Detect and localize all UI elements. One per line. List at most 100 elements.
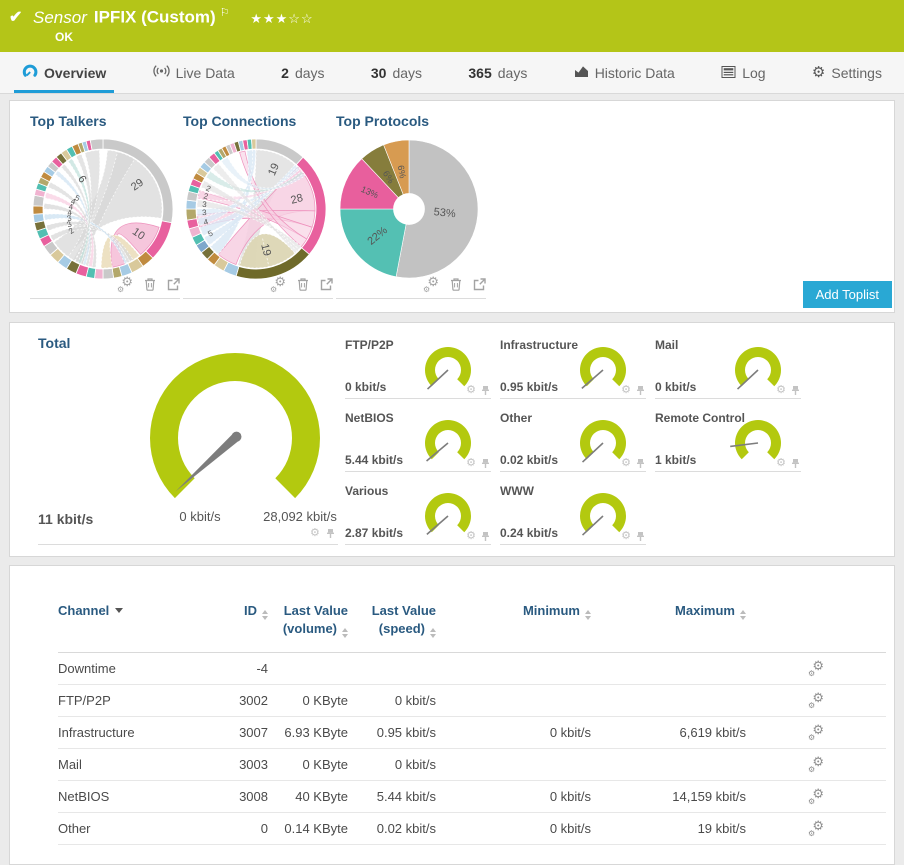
open-icon[interactable] bbox=[167, 277, 180, 291]
cell-max: 19 kbit/s bbox=[697, 820, 746, 836]
gauge-cell-various: Various 2.87 kbit/s ⚙ bbox=[345, 484, 491, 545]
toplist-title: Top Connections bbox=[183, 113, 297, 129]
channel-settings-button[interactable]: ⚙ ⚙ bbox=[808, 658, 824, 678]
sort-icon bbox=[430, 627, 436, 638]
gauge-settings-icon[interactable]: ⚙ bbox=[466, 531, 476, 542]
cell-vol bbox=[268, 653, 348, 684]
open-icon[interactable] bbox=[320, 277, 333, 291]
flag-icon[interactable]: ⚐ bbox=[220, 7, 230, 19]
pin-icon[interactable] bbox=[635, 531, 646, 542]
pin-icon[interactable] bbox=[480, 458, 491, 469]
options-gear-icon[interactable]: ⚙ ⚙ bbox=[117, 274, 133, 294]
gauge-settings-icon[interactable]: ⚙ bbox=[776, 458, 786, 469]
tab-365-days[interactable]: 365 days bbox=[458, 52, 537, 93]
tab-log[interactable]: Log bbox=[711, 52, 775, 93]
tab-live-data[interactable]: Live Data bbox=[143, 52, 245, 93]
tab-number: 2 bbox=[281, 64, 289, 81]
svg-text:53%: 53% bbox=[433, 206, 456, 220]
gauge-settings-icon[interactable]: ⚙ bbox=[621, 385, 631, 396]
gauge-actions: ⚙ bbox=[466, 385, 491, 396]
tab-historic-data[interactable]: Historic Data bbox=[564, 52, 685, 93]
channel-settings-button[interactable]: ⚙ ⚙ bbox=[808, 754, 824, 774]
gauge-channel-label: FTP/P2P bbox=[345, 338, 394, 352]
add-toplist-button[interactable]: Add Toplist bbox=[802, 281, 892, 308]
tab-label: Log bbox=[742, 64, 766, 81]
settings-icon: ⚙ bbox=[811, 64, 826, 81]
channel-settings-button[interactable]: ⚙ ⚙ bbox=[808, 818, 824, 838]
cell-max: 6,619 kbit/s bbox=[679, 724, 747, 740]
table-header-row: Channel ID Last Value (volume) Last Value (… bbox=[58, 602, 886, 653]
top-connections-chart[interactable]: 192819223345 bbox=[186, 139, 326, 279]
delete-icon[interactable] bbox=[144, 277, 156, 291]
toplist-actions: ⚙ ⚙ bbox=[336, 273, 486, 299]
pin-icon[interactable] bbox=[480, 531, 491, 542]
cell-vol: 40 KByte bbox=[295, 788, 348, 804]
priority-stars[interactable]: ★★★☆☆ bbox=[250, 11, 313, 26]
column-header-minimum[interactable]: Minimum bbox=[436, 602, 591, 620]
pin-icon[interactable] bbox=[480, 385, 491, 396]
tab-30-days[interactable]: 30 days bbox=[361, 52, 432, 93]
cell-channel: Other bbox=[58, 820, 91, 836]
gauge-actions: ⚙ bbox=[466, 531, 491, 542]
delete-icon[interactable] bbox=[297, 277, 309, 291]
gauge-settings-icon[interactable]: ⚙ bbox=[621, 531, 631, 542]
gauge-cell-infrastructure: Infrastructure 0.95 kbit/s ⚙ bbox=[500, 338, 646, 399]
sort-desc-icon bbox=[115, 608, 124, 613]
live-icon bbox=[152, 64, 170, 81]
column-header-last-value-volume-[interactable]: Last Value (volume) bbox=[268, 602, 348, 638]
top-talkers-chart[interactable]: 6 29102334445 bbox=[33, 139, 173, 279]
tab-settings[interactable]: ⚙ Settings bbox=[802, 52, 892, 93]
cell-channel: NetBIOS bbox=[58, 788, 110, 804]
channel-table-card: Channel ID Last Value (volume) Last Value (… bbox=[9, 565, 895, 865]
sensor-header: ✔ Sensor IPFIX (Custom) ⚐ ★★★☆☆ OK bbox=[0, 0, 904, 52]
column-header-last-value-speed-[interactable]: Last Value (speed) bbox=[348, 602, 436, 638]
column-header-id[interactable]: ID bbox=[218, 602, 268, 620]
tab-label: days bbox=[392, 64, 423, 81]
cell-id: 3002 bbox=[239, 692, 268, 708]
gauge-settings-icon[interactable]: ⚙ bbox=[621, 458, 631, 469]
channel-settings-button[interactable]: ⚙ ⚙ bbox=[808, 690, 824, 710]
gauge-cell-remote-control: Remote Control 1 kbit/s ⚙ bbox=[655, 411, 801, 472]
gauge-settings-icon[interactable]: ⚙ bbox=[310, 528, 320, 539]
tab-label: Settings bbox=[831, 64, 882, 81]
cell-vol: 6.93 KByte bbox=[284, 724, 348, 740]
gauge-settings-icon[interactable]: ⚙ bbox=[466, 458, 476, 469]
cell-vol: 0.14 KByte bbox=[284, 820, 348, 836]
gauge-settings-icon[interactable]: ⚙ bbox=[776, 385, 786, 396]
pin-icon[interactable] bbox=[790, 385, 801, 396]
channel-settings-button[interactable]: ⚙ ⚙ bbox=[808, 722, 824, 742]
gauge-actions: ⚙ bbox=[466, 458, 491, 469]
gauge-cell-mail: Mail 0 kbit/s ⚙ bbox=[655, 338, 801, 399]
historic-icon bbox=[574, 65, 589, 81]
options-gear-icon[interactable]: ⚙ ⚙ bbox=[270, 274, 286, 294]
gauges-card: Total 0 kbit/s 28,092 kbit/s 11 kbit/s ⚙… bbox=[9, 322, 895, 557]
tab-label: Historic Data bbox=[594, 64, 675, 81]
column-header-maximum[interactable]: Maximum bbox=[591, 602, 746, 620]
channel-table: Channel ID Last Value (volume) Last Value (… bbox=[58, 602, 886, 845]
cell-id: 3003 bbox=[239, 756, 268, 772]
column-header-channel[interactable]: Channel bbox=[58, 602, 218, 620]
pin-icon[interactable] bbox=[325, 528, 336, 539]
tab-overview[interactable]: Overview bbox=[12, 52, 116, 93]
channel-settings-button[interactable]: ⚙ ⚙ bbox=[808, 786, 824, 806]
gauge-channel-label: Infrastructure bbox=[500, 338, 579, 352]
top-protocols-chart[interactable]: 53%22%13%6% 6% bbox=[339, 139, 479, 279]
total-gauge-max: 28,092 kbit/s bbox=[263, 509, 337, 524]
pin-icon[interactable] bbox=[635, 385, 646, 396]
tab-2-days[interactable]: 2 days bbox=[271, 52, 334, 93]
options-gear-icon[interactable]: ⚙ ⚙ bbox=[423, 274, 439, 294]
gauge-settings-icon[interactable]: ⚙ bbox=[466, 385, 476, 396]
delete-icon[interactable] bbox=[450, 277, 462, 291]
total-gauge-actions: ⚙ bbox=[310, 528, 336, 539]
pin-icon[interactable] bbox=[635, 458, 646, 469]
pin-icon[interactable] bbox=[790, 458, 801, 469]
gauge-value: 0.24 kbit/s bbox=[500, 526, 559, 540]
sensor-name: IPFIX (Custom) bbox=[93, 7, 216, 27]
tab-label: days bbox=[294, 64, 325, 81]
cell-min bbox=[436, 749, 591, 780]
gauge-actions: ⚙ bbox=[621, 458, 646, 469]
gauge-value: 0.02 kbit/s bbox=[500, 453, 559, 467]
log-icon bbox=[721, 65, 736, 81]
open-icon[interactable] bbox=[473, 277, 486, 291]
gauge-cell-other: Other 0.02 kbit/s ⚙ bbox=[500, 411, 646, 472]
